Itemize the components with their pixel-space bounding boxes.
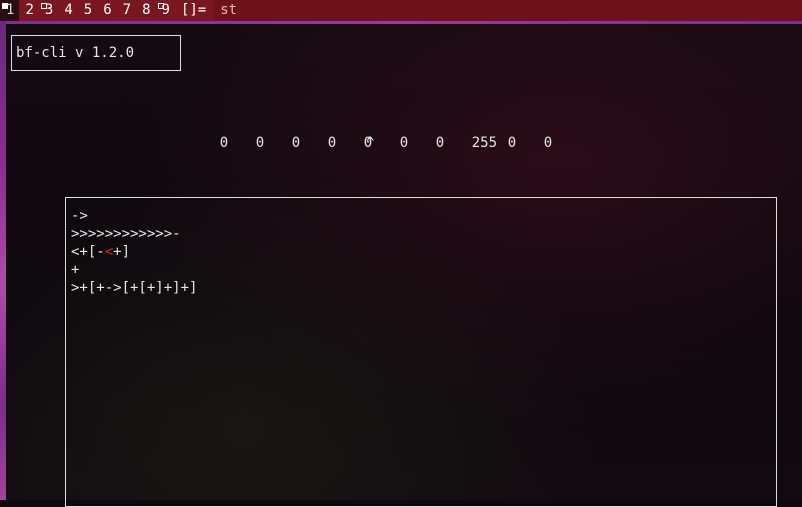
- tag-label: 7: [122, 2, 132, 18]
- tag-6[interactable]: 6: [97, 0, 116, 21]
- tag-9[interactable]: 9: [156, 0, 175, 21]
- tag-label: 5: [83, 2, 93, 18]
- tape-cell: 0: [291, 135, 301, 151]
- tape-pointer-caret: ^: [366, 135, 375, 151]
- code-text: ->: [71, 208, 88, 224]
- tag-7[interactable]: 7: [117, 0, 136, 21]
- code-line: +: [71, 261, 197, 279]
- tag-3[interactable]: 3: [39, 0, 58, 21]
- code-line: >+[+->[+[+]+]+]: [71, 279, 197, 297]
- code-text: +]: [113, 244, 131, 260]
- tag-label: 8: [142, 2, 151, 18]
- tag-2[interactable]: 2: [19, 0, 38, 21]
- tag-8[interactable]: 8: [136, 0, 155, 21]
- tag-label: 2: [25, 2, 34, 18]
- app-title: bf-cli v 1.2.0: [16, 45, 135, 61]
- occupied-indicator-icon: [2, 3, 8, 9]
- terminal-window[interactable]: bf-cli v 1.2.0 0 0 0 0 0 0 0 255 0 0 ^ -> >>>>>>>…: [6, 24, 802, 507]
- memory-tape: 0 0 0 0 0 0 0 255 0 0: [186, 116, 580, 170]
- tag-1[interactable]: 1: [0, 0, 20, 21]
- tape-cell: 0: [435, 135, 445, 151]
- occupied-indicator-icon: [157, 3, 164, 9]
- tag-5[interactable]: 5: [78, 0, 97, 21]
- tape-cell: 255: [471, 135, 498, 151]
- code-text: >>>>>>>>>>>>-: [71, 226, 181, 242]
- code-editor[interactable]: -> >>>>>>>>>>>>- <+[-<+] + >+[+->[+[+]+]…: [65, 197, 777, 507]
- tape-cell: 0: [327, 135, 337, 151]
- app-title-box: bf-cli v 1.2.0: [11, 35, 181, 71]
- window-title: st: [220, 2, 238, 18]
- code-text: +: [71, 262, 80, 278]
- layout-indicator[interactable]: []=: [175, 0, 214, 21]
- tag-4[interactable]: 4: [58, 0, 77, 21]
- tag-label: 4: [64, 2, 73, 18]
- code-line: ->: [71, 207, 197, 225]
- tape-cell: 0: [543, 135, 553, 151]
- code-text: <+[-: [71, 244, 105, 260]
- occupied-indicator-icon: [40, 3, 47, 9]
- tape-cell: 0: [507, 135, 517, 151]
- tape-cell: 0: [219, 135, 229, 151]
- code-lines: -> >>>>>>>>>>>>- <+[-<+] + >+[+->[+[+]+]…: [71, 207, 197, 297]
- code-text: >+[+->[+[+]+]+]: [71, 280, 198, 296]
- tag-label: 6: [103, 2, 112, 18]
- tape-cell: 0: [399, 135, 409, 151]
- tape-cell: 0: [255, 135, 265, 151]
- status-bar: 1 2 3 4 5 6 7 8 9 []= st: [0, 0, 802, 21]
- code-line: <+[-<+]: [71, 243, 197, 261]
- code-line: >>>>>>>>>>>>-: [71, 225, 197, 243]
- window-title-area: st: [214, 0, 802, 21]
- cursor: <: [104, 244, 114, 260]
